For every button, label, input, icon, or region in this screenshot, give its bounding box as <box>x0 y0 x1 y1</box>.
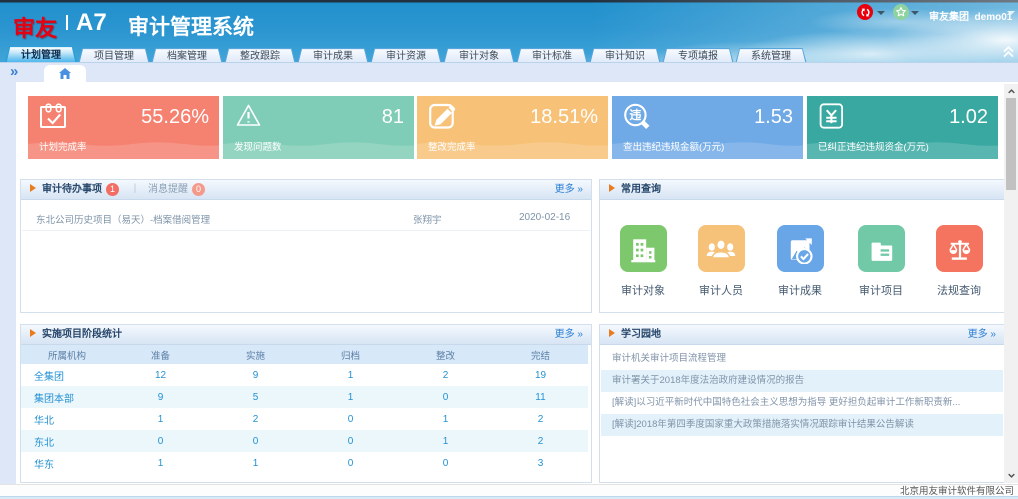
svg-text:违: 违 <box>629 107 641 122</box>
